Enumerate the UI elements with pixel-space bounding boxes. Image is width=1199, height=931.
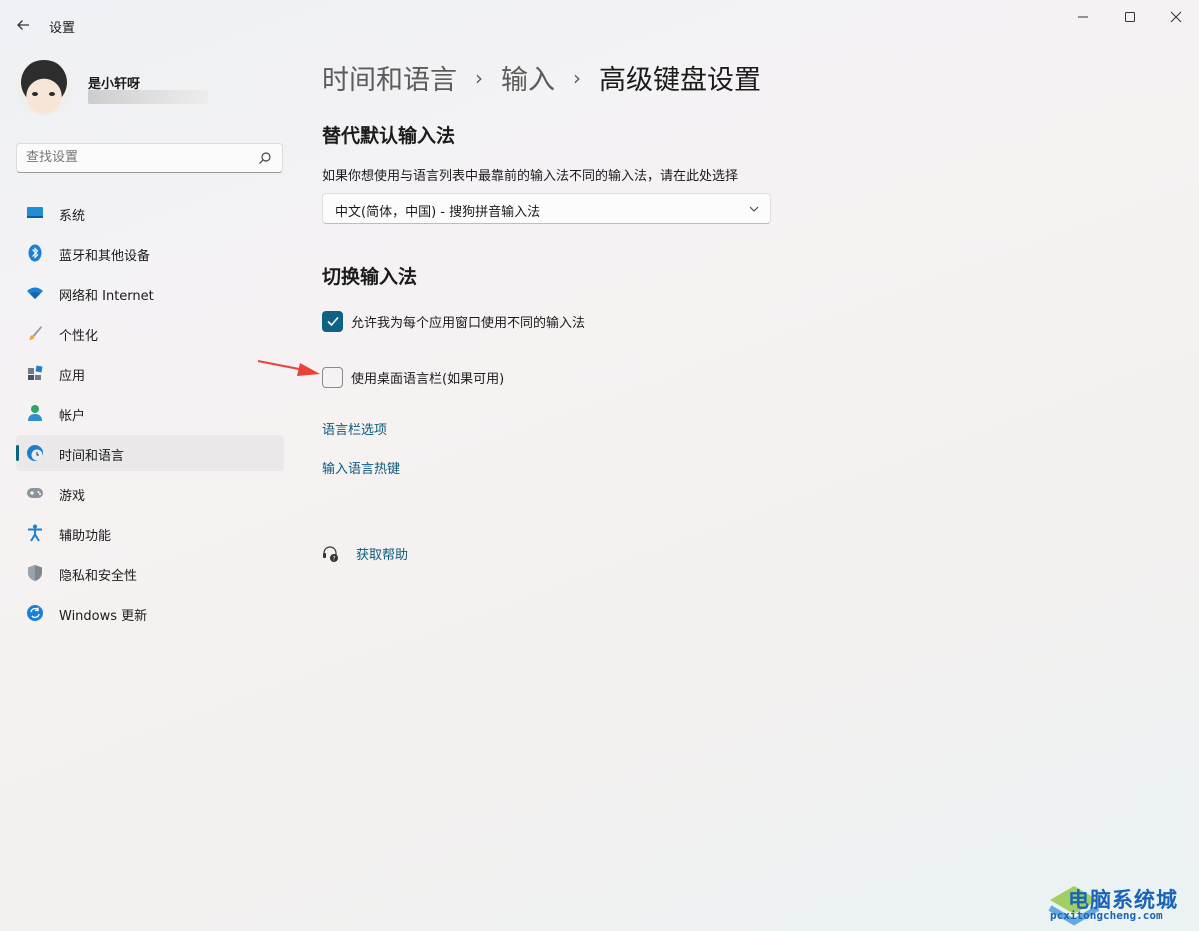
per-app-input-row[interactable]: 允许我为每个应用窗口使用不同的输入法 bbox=[322, 310, 585, 332]
sidebar-item-personalization[interactable]: 个性化 bbox=[16, 315, 284, 351]
sidebar-nav: 系统 蓝牙和其他设备 网络和 Internet 个性化 应用 帐户 时间和语言 bbox=[16, 195, 284, 635]
minimize-button[interactable] bbox=[1060, 0, 1106, 34]
avatar-face bbox=[32, 92, 56, 98]
sidebar-item-label: Windows 更新 bbox=[59, 609, 148, 624]
input-method-dropdown[interactable]: 中文(简体，中国) - 搜狗拼音输入法 bbox=[322, 193, 771, 224]
close-icon bbox=[1170, 11, 1182, 23]
sidebar-item-label: 个性化 bbox=[59, 329, 99, 344]
app-title: 设置 bbox=[49, 21, 76, 36]
sidebar-item-privacy[interactable]: 隐私和安全性 bbox=[16, 555, 284, 591]
wifi-icon bbox=[26, 284, 44, 302]
get-help[interactable]: ? 获取帮助 bbox=[322, 544, 408, 563]
back-arrow-icon bbox=[17, 20, 29, 30]
override-description: 如果你想使用与语言列表中最靠前的输入法不同的输入法，请在此处选择 bbox=[322, 169, 739, 184]
breadcrumb-separator: › bbox=[573, 65, 581, 90]
annotation-arrow-icon bbox=[257, 360, 320, 376]
per-app-input-checkbox[interactable] bbox=[322, 310, 343, 332]
minimize-icon bbox=[1078, 16, 1088, 18]
language-bar-checkbox[interactable] bbox=[322, 366, 343, 388]
sidebar-item-bluetooth[interactable]: 蓝牙和其他设备 bbox=[16, 235, 284, 271]
switching-heading: 切换输入法 bbox=[322, 266, 418, 288]
sidebar-item-system[interactable]: 系统 bbox=[16, 195, 284, 231]
chevron-down-icon bbox=[749, 206, 759, 212]
close-button[interactable] bbox=[1153, 0, 1199, 34]
time-language-icon bbox=[26, 444, 44, 462]
sidebar-item-label: 蓝牙和其他设备 bbox=[59, 249, 151, 264]
search-icon[interactable] bbox=[258, 151, 272, 165]
brush-icon bbox=[26, 324, 44, 342]
search-box[interactable] bbox=[16, 143, 283, 173]
sidebar-item-label: 系统 bbox=[59, 209, 86, 224]
account-icon bbox=[26, 404, 44, 422]
watermark: 电脑系统城 pcxitongcheng.com bbox=[1046, 876, 1196, 931]
sidebar-item-label: 时间和语言 bbox=[59, 449, 125, 464]
accessibility-icon bbox=[26, 524, 44, 542]
help-icon: ? bbox=[323, 545, 338, 562]
gamepad-icon bbox=[26, 484, 44, 502]
maximize-button[interactable] bbox=[1107, 0, 1153, 34]
bluetooth-icon bbox=[26, 244, 44, 262]
page-title: 高级键盘设置 bbox=[599, 65, 761, 96]
apps-icon bbox=[26, 364, 44, 382]
watermark-url: pcxitongcheng.com bbox=[1050, 909, 1163, 922]
system-icon bbox=[26, 204, 44, 222]
sidebar-item-network[interactable]: 网络和 Internet bbox=[16, 275, 284, 311]
sidebar-item-label: 游戏 bbox=[59, 489, 86, 504]
sidebar-item-accounts[interactable]: 帐户 bbox=[16, 395, 284, 431]
dropdown-selected-value: 中文(简体，中国) - 搜狗拼音输入法 bbox=[335, 205, 541, 220]
breadcrumb-separator: › bbox=[475, 65, 483, 90]
back-button[interactable] bbox=[10, 12, 36, 38]
sidebar-item-windows-update[interactable]: Windows 更新 bbox=[16, 595, 284, 631]
per-app-input-label: 允许我为每个应用窗口使用不同的输入法 bbox=[351, 315, 586, 331]
svg-text:?: ? bbox=[332, 555, 335, 562]
search-input[interactable] bbox=[26, 150, 246, 165]
avatar[interactable] bbox=[16, 60, 72, 116]
maximize-icon bbox=[1125, 12, 1135, 22]
sidebar-item-label: 帐户 bbox=[59, 409, 86, 424]
input-hotkeys-link[interactable]: 输入语言热键 bbox=[322, 458, 400, 477]
language-bar-options-link[interactable]: 语言栏选项 bbox=[322, 419, 387, 438]
user-email-blurred bbox=[88, 90, 208, 104]
settings-window: 设置 是小轩呀 系统 蓝牙和其他设备 网络和 Internet bbox=[0, 0, 1199, 931]
sidebar-item-gaming[interactable]: 游戏 bbox=[16, 475, 284, 511]
title-bar: 设置 bbox=[0, 0, 1199, 48]
sidebar-item-apps[interactable]: 应用 bbox=[16, 355, 284, 391]
breadcrumb: 时间和语言 › 输入 › 高级键盘设置 bbox=[322, 58, 761, 97]
sidebar-item-label: 网络和 Internet bbox=[59, 289, 154, 304]
language-bar-label: 使用桌面语言栏(如果可用) bbox=[351, 371, 505, 387]
checkmark-icon bbox=[326, 316, 339, 327]
sidebar-item-accessibility[interactable]: 辅助功能 bbox=[16, 515, 284, 551]
sidebar-item-time-language[interactable]: 时间和语言 bbox=[16, 435, 284, 471]
sidebar-item-label: 隐私和安全性 bbox=[59, 569, 138, 584]
sidebar-item-label: 应用 bbox=[59, 369, 86, 384]
breadcrumb-time-language[interactable]: 时间和语言 bbox=[322, 58, 457, 97]
language-bar-row[interactable]: 使用桌面语言栏(如果可用) bbox=[322, 366, 504, 388]
override-heading: 替代默认输入法 bbox=[322, 125, 456, 147]
shield-icon bbox=[26, 564, 44, 582]
get-help-label: 获取帮助 bbox=[356, 548, 409, 563]
update-icon bbox=[26, 604, 44, 622]
sidebar-item-label: 辅助功能 bbox=[59, 529, 112, 544]
breadcrumb-input[interactable]: 输入 bbox=[501, 58, 555, 97]
